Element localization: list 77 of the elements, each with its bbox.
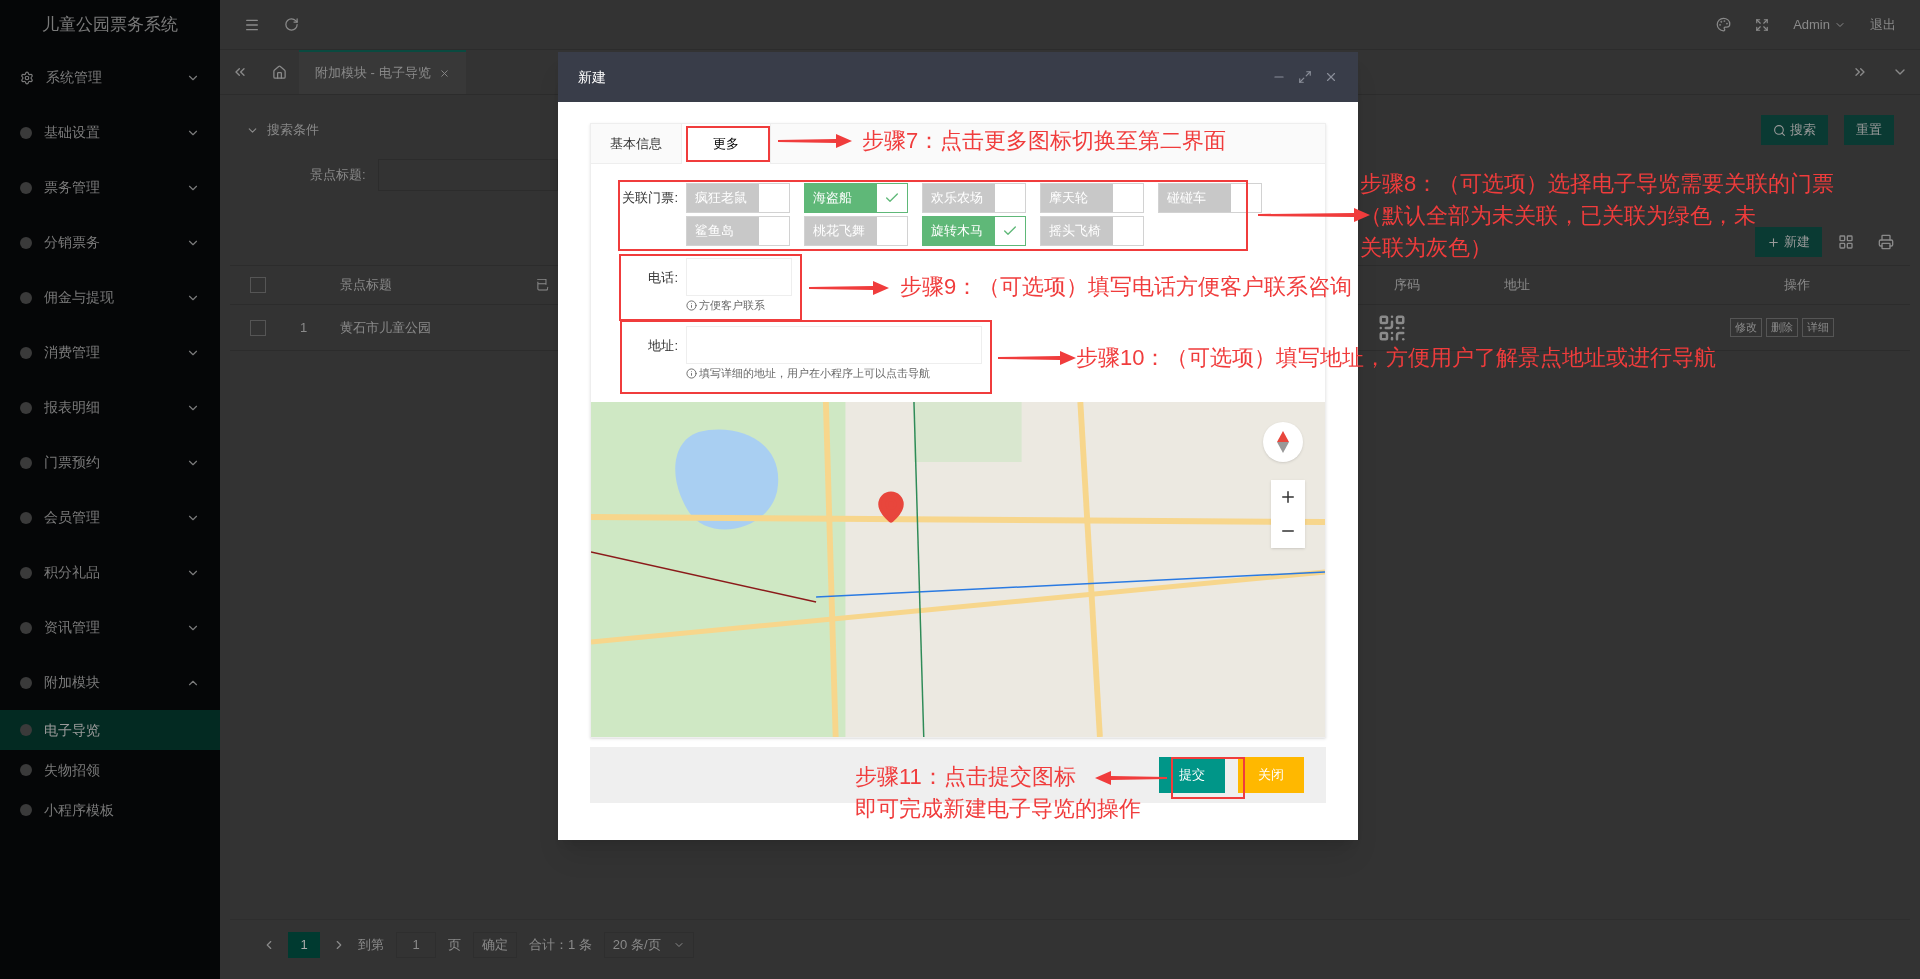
field-label: 景点标题: [310, 166, 366, 185]
sidebar-item[interactable]: 积分礼品 [0, 545, 220, 600]
gear-icon [20, 70, 34, 85]
fullscreen-icon[interactable] [1755, 17, 1770, 32]
checkbox[interactable] [250, 319, 266, 336]
sidebar-item[interactable]: 资讯管理 [0, 600, 220, 655]
maximize-icon[interactable] [1298, 70, 1312, 84]
sidebar-item[interactable]: 附加模块 [0, 655, 220, 710]
field-label: 电话: [647, 269, 679, 287]
logout-link[interactable]: 退出 [1870, 14, 1896, 35]
annotation-text: 步骤9：（可选项）填写电话方便客户联系咨询 [900, 273, 1353, 301]
total-count: 合计：1 条 [529, 935, 592, 954]
close-icon[interactable] [438, 67, 450, 79]
page-tab[interactable]: 附加模块 - 电子导览 [299, 50, 466, 94]
new-button[interactable]: 新建 [1755, 227, 1822, 257]
arrow [1095, 771, 1167, 785]
column-header: 操作 [1784, 276, 1810, 295]
plus-icon [1767, 235, 1780, 249]
grid-icon[interactable] [1838, 234, 1854, 250]
page-unit: 页 [448, 935, 461, 954]
row-action-button[interactable]: 修改 [1730, 318, 1763, 337]
sidebar-item[interactable]: 报表明细 [0, 380, 220, 435]
field-label: 关联门票: [621, 189, 679, 207]
sidebar-subitem[interactable]: 失物招领 [0, 750, 220, 790]
dialog-button[interactable]: 提交 [1159, 757, 1225, 793]
row-action-button[interactable]: 详细 [1802, 318, 1835, 337]
annotation-text: 步骤11：点击提交图标 [855, 763, 1076, 791]
annotation-text: 关联为灰色） [1360, 234, 1492, 262]
row-action-button[interactable]: 删除 [1766, 318, 1799, 337]
search-panel-title: 搜索条件 [267, 121, 319, 140]
dialog-tab[interactable]: 基本信息 [591, 124, 681, 164]
sidebar-item[interactable]: 佣金与提现 [0, 270, 220, 325]
sidebar-item[interactable]: 分销票务 [0, 215, 220, 270]
sidebar-item[interactable]: 消费管理 [0, 325, 220, 380]
ticket-toggle[interactable]: 旋转木马 [922, 216, 1026, 246]
annotation-text: 步骤8：（可选项）选择电子导览需要关联的门票 [1360, 170, 1835, 198]
info-icon [686, 367, 697, 379]
checkbox[interactable] [250, 277, 266, 293]
table-cell-text: 黄石市儿童公园 [340, 318, 432, 337]
column-header: 序码 [1394, 276, 1420, 295]
sidebar-subitem[interactable]: 电子导览 [0, 710, 220, 750]
input-field[interactable] [377, 159, 558, 191]
annotation-text: 步骤7：点击更多图标切换至第二界面 [862, 127, 1227, 155]
sidebar-item[interactable]: 基础设置 [0, 105, 220, 160]
field-hint: 方便客户联系 [686, 296, 792, 314]
column-header: 已 [536, 276, 549, 295]
search-icon [1773, 123, 1786, 137]
reset-button[interactable]: 重置 [1844, 115, 1894, 145]
info-icon [686, 299, 697, 311]
home-icon[interactable] [272, 64, 287, 80]
sidebar-item[interactable]: 门票预约 [0, 435, 220, 490]
close-icon[interactable] [1324, 70, 1338, 84]
annotation-text: 即可完成新建电子导览的操作 [855, 795, 1141, 823]
user-menu[interactable]: Admin [1793, 14, 1846, 35]
sidebar-item[interactable]: 票务管理 [0, 160, 220, 215]
table-cell-text: 1 [300, 318, 308, 337]
column-header: 地址 [1504, 276, 1530, 295]
ticket-toggle[interactable]: 海盗船 [804, 183, 908, 213]
dialog-title: 新建 [578, 67, 607, 87]
search-button[interactable]: 搜索 [1761, 115, 1828, 145]
annotation-text: （默认全部为未关联，已关联为绿色，未 [1360, 202, 1756, 230]
palette-icon[interactable] [1716, 17, 1732, 32]
compass-icon [1276, 431, 1290, 453]
confirm-button[interactable]: 确定 [473, 931, 517, 958]
app-title: 儿童公园票务系统 [41, 14, 179, 37]
column-header: 景点标题 [340, 276, 392, 295]
page-size-select[interactable]: 20 条/页 [603, 931, 694, 958]
page-button[interactable]: 1 [288, 931, 320, 958]
sidebar-item[interactable]: 会员管理 [0, 490, 220, 545]
page-input[interactable]: 1 [396, 931, 436, 958]
sidebar-subitem[interactable]: 小程序模板 [0, 790, 220, 830]
print-icon[interactable] [1878, 234, 1894, 250]
field-hint: 填写详细的地址，用户在小程序上可以点击导航 [686, 364, 982, 382]
refresh-icon[interactable] [284, 17, 299, 32]
sidebar-item[interactable]: 系统管理 [0, 50, 220, 105]
goto-label: 到第 [358, 935, 384, 954]
field-label: 地址: [647, 337, 679, 355]
